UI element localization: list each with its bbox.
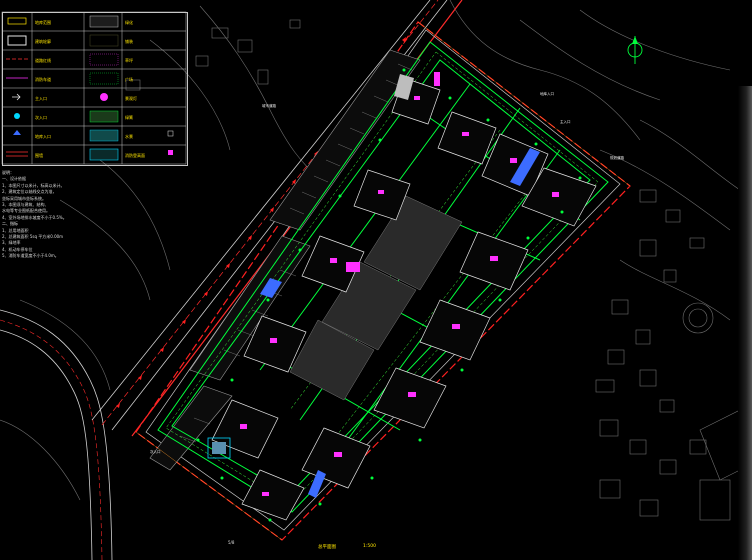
road-label: 规划道路	[610, 156, 624, 160]
legend-label: 次入口	[35, 115, 47, 120]
road-label: 城市道路	[262, 104, 276, 108]
legend-label: 广场	[125, 77, 133, 82]
legend-label: 绿篱	[125, 115, 133, 120]
legend-label: 水景	[125, 134, 133, 139]
legend-label: 地库入口	[35, 134, 51, 139]
note-line: 5、消防车道宽度不小于4.0m。	[2, 253, 59, 259]
gate-label: 次入口	[150, 450, 161, 454]
drawing-scale: 1:500	[363, 544, 376, 549]
legend-label: 景观灯	[125, 96, 137, 101]
legend-label: 道路红线	[35, 58, 51, 63]
legend-label: 围墙	[35, 153, 43, 158]
legend-label: 地库范围	[35, 20, 51, 25]
legend-label: 绿化	[125, 20, 133, 25]
design-notes: 说明： 一、设计依据 1、本图尺寸以米计，标高以米计。 2、建筑定位以轴线交点为…	[2, 170, 92, 260]
legend-label: 主入口	[35, 96, 47, 101]
legend-label: 建筑轮廓	[35, 39, 51, 44]
page-number: 5/8	[228, 540, 235, 545]
window-edge	[738, 86, 752, 560]
legend-table: 地库范围 绿化 建筑轮廓 铺装 道路红线 草坪 消防车道 广场 主入口 景观灯 …	[2, 12, 188, 166]
legend-label: 草坪	[125, 58, 133, 63]
ramp-label: 地库入口	[540, 92, 554, 96]
gate-label: 主入口	[560, 120, 571, 124]
legend-label: 消防登高面	[125, 153, 145, 158]
legend-label: 铺装	[125, 39, 133, 44]
drawing-title: 总平面图	[318, 545, 336, 550]
legend-label: 消防车道	[35, 77, 51, 82]
